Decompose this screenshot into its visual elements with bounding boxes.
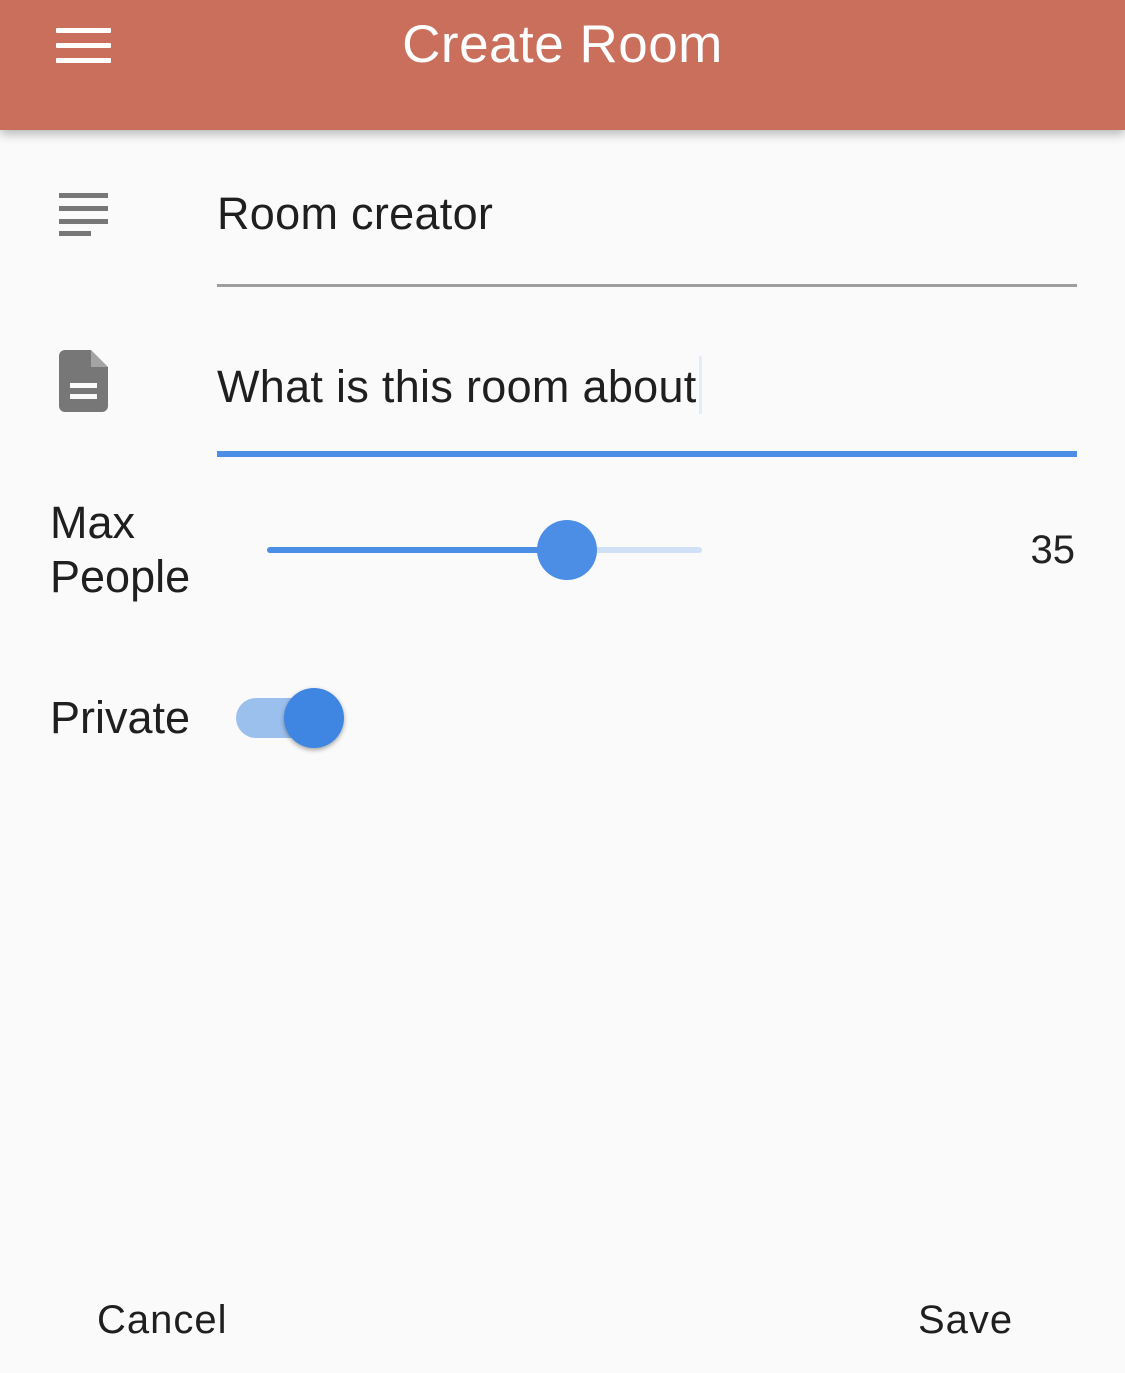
app-bar: Create Room	[0, 0, 1125, 130]
private-toggle[interactable]	[236, 686, 348, 750]
page-title: Create Room	[402, 15, 723, 74]
room-name-underline	[217, 284, 1077, 287]
subject-icon	[59, 191, 109, 237]
description-field[interactable]: What is this room about	[217, 348, 1077, 460]
description-value: What is this room about	[217, 356, 702, 414]
toggle-knob	[284, 688, 344, 748]
max-people-label-line1: Max	[50, 497, 136, 548]
cancel-button[interactable]: Cancel	[97, 1298, 228, 1343]
slider-track-active	[267, 547, 568, 553]
max-people-label: Max People	[50, 496, 190, 604]
description-icon	[59, 350, 109, 412]
room-name-field[interactable]: Room creator	[217, 180, 1077, 290]
slider-thumb[interactable]	[537, 520, 598, 580]
save-button[interactable]: Save	[918, 1298, 1013, 1343]
max-people-label-line2: People	[50, 551, 191, 602]
description-underline	[217, 451, 1077, 457]
max-people-value: 35	[1030, 528, 1076, 572]
text-cursor	[698, 356, 702, 414]
room-name-value: Room creator	[217, 188, 494, 239]
private-label: Private	[50, 692, 191, 743]
description-text: What is this room about	[217, 361, 697, 412]
max-people-slider[interactable]	[250, 515, 720, 585]
